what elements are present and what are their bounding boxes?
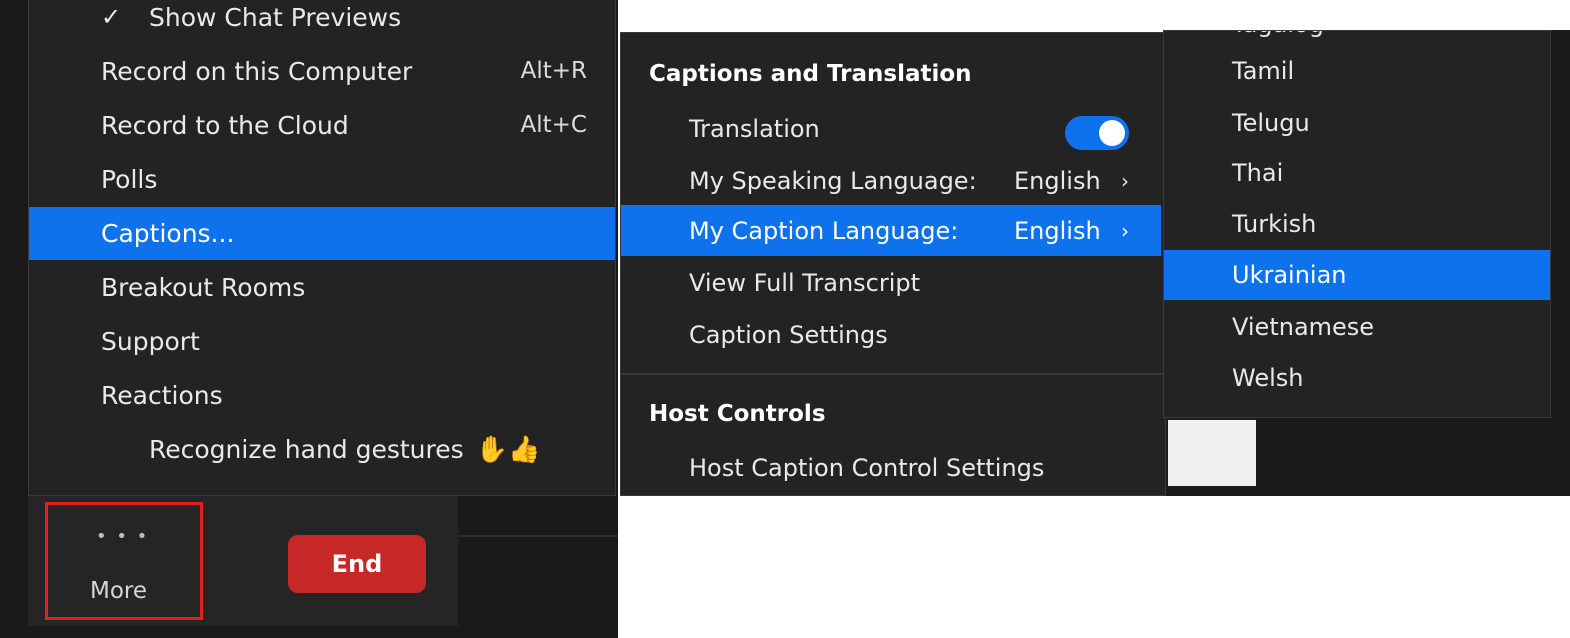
menu-item-label: Caption Settings [689, 321, 888, 349]
menu-item-label: My Speaking Language: [689, 167, 977, 195]
menu-item-captions[interactable]: Captions... [29, 207, 615, 260]
hand-gestures-text: Recognize hand gestures [149, 435, 464, 464]
language-item-telugu[interactable]: Telugu [1164, 98, 1550, 148]
menu-item-record-cloud[interactable]: Record to the Cloud Alt+C [29, 100, 615, 150]
menu-item-label: Recognize hand gestures ✋👍 [149, 435, 540, 465]
menu-item-label: Captions... [101, 219, 235, 248]
menu-item-polls[interactable]: Polls [29, 154, 615, 204]
speaking-language-value: English [1014, 167, 1101, 195]
end-meeting-button[interactable]: End [288, 535, 426, 593]
language-label: Ukrainian [1232, 261, 1347, 289]
menu-item-show-chat-previews[interactable]: ✓ Show Chat Previews [29, 0, 615, 42]
caption-language-value: English [1014, 216, 1101, 245]
language-item-ukrainian[interactable]: Ukrainian [1164, 250, 1550, 300]
menu-item-translation[interactable]: Translation [621, 104, 1165, 154]
menu-item-label: Record on this Computer [101, 56, 413, 86]
language-label: Vietnamese [1232, 313, 1375, 341]
menu-item-support[interactable]: Support [29, 316, 615, 366]
menu-item-label: Support [101, 326, 200, 356]
menu-item-caption-settings[interactable]: Caption Settings [621, 310, 1165, 360]
menu-item-view-transcript[interactable]: View Full Transcript [621, 258, 1165, 308]
language-label: Tamil [1232, 57, 1295, 85]
menu-item-label: Translation [689, 115, 820, 143]
captions-submenu: Captions and Translation Translation My … [620, 32, 1166, 496]
language-label: Telugu [1232, 109, 1310, 137]
more-menu: ✓ Show Chat Previews Record on this Comp… [28, 0, 616, 496]
language-label: Thai [1232, 159, 1284, 187]
menu-item-record-computer[interactable]: Record on this Computer Alt+R [29, 46, 615, 96]
menu-item-label: Breakout Rooms [101, 272, 306, 302]
menu-item-label: View Full Transcript [689, 269, 921, 297]
menu-item-label: Reactions [101, 380, 223, 410]
menu-item-label: Record to the Cloud [101, 110, 349, 140]
more-button[interactable] [45, 502, 203, 620]
video-thumbnail [1168, 420, 1256, 486]
menu-item-label: Polls [101, 164, 158, 194]
language-label: Welsh [1232, 364, 1304, 392]
menu-item-caption-language[interactable]: My Caption Language: English › [621, 205, 1161, 256]
language-item-thai[interactable]: Thai [1164, 148, 1550, 198]
section-title-host-controls: Host Controls [649, 401, 826, 427]
toggle-knob [1099, 120, 1125, 146]
hand-thumbs-emoji-icon: ✋👍 [475, 435, 541, 465]
language-label: Tagalog [1232, 31, 1324, 38]
language-item-turkish[interactable]: Turkish [1164, 199, 1550, 249]
toolbar-divider [458, 535, 618, 537]
menu-separator [621, 373, 1165, 375]
menu-item-hand-gestures[interactable]: Recognize hand gestures ✋👍 [29, 425, 615, 475]
menu-item-label: Host Caption Control Settings [689, 454, 1045, 482]
menu-item-label: My Caption Language: [689, 216, 959, 245]
caption-language-submenu: Tagalog Tamil Telugu Thai Turkish Ukrain… [1163, 30, 1551, 418]
menu-item-label: Show Chat Previews [149, 2, 402, 32]
menu-item-speaking-language[interactable]: My Speaking Language: English › [621, 156, 1165, 206]
chevron-right-icon: › [1121, 218, 1129, 243]
translation-toggle[interactable] [1065, 116, 1129, 150]
menu-item-host-caption-settings[interactable]: Host Caption Control Settings [621, 443, 1165, 493]
checkmark-icon: ✓ [101, 3, 122, 31]
language-item-vietnamese[interactable]: Vietnamese [1164, 302, 1550, 352]
section-title-captions-translation: Captions and Translation [649, 61, 972, 87]
chevron-right-icon: › [1121, 169, 1129, 193]
menu-item-breakout-rooms[interactable]: Breakout Rooms [29, 262, 615, 312]
menu-item-reactions[interactable]: Reactions [29, 370, 615, 420]
language-item-welsh[interactable]: Welsh [1164, 353, 1550, 403]
shortcut-label: Alt+R [520, 58, 587, 84]
language-label: Turkish [1232, 210, 1317, 238]
language-item-tamil[interactable]: Tamil [1164, 46, 1550, 96]
shortcut-label: Alt+C [520, 112, 587, 138]
